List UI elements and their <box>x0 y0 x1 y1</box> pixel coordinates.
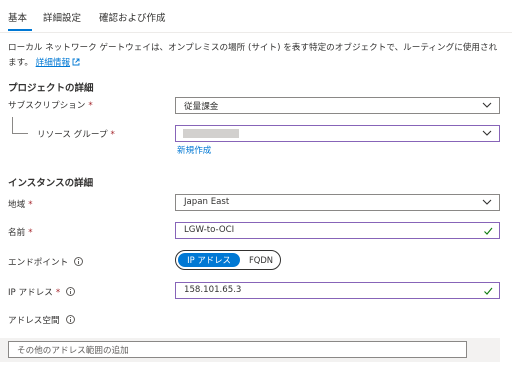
region-label: 地域 * <box>8 200 33 210</box>
external-link-icon <box>72 58 80 66</box>
tree-connector-branch <box>12 133 28 134</box>
project-details-title: プロジェクトの詳細 <box>8 83 94 94</box>
required-marker: * <box>88 101 93 111</box>
chevron-down-icon <box>482 199 492 205</box>
ip-address-value: 158.101.65.3 <box>184 285 242 295</box>
chevron-down-icon <box>482 130 492 136</box>
region-value: Japan East <box>184 197 230 207</box>
tab-review-create[interactable]: 確認および作成 <box>99 10 166 24</box>
info-icon[interactable] <box>66 287 76 296</box>
endpoint-option-fqdn[interactable]: FQDN <box>244 253 278 267</box>
resource-group-label: リソース グループ * <box>37 130 115 140</box>
instance-details-title: インスタンスの詳細 <box>8 178 94 189</box>
active-tab-indicator <box>8 29 32 31</box>
description: ローカル ネットワーク ゲートウェイは、オンプレミスの場所 (サイト) を表す特… <box>8 41 504 71</box>
region-select[interactable]: Japan East <box>175 194 500 211</box>
name-input[interactable]: LGW-to-OCI <box>175 222 500 239</box>
chevron-down-icon <box>482 102 492 108</box>
redacted-value <box>183 129 239 138</box>
endpoint-label: エンドポイント <box>8 256 84 268</box>
address-range-input[interactable]: その他のアドレス範囲の追加 <box>8 341 467 358</box>
resource-group-select[interactable] <box>175 125 500 142</box>
tab-divider <box>0 32 512 33</box>
description-text: ローカル ネットワーク ゲートウェイは、オンプレミスの場所 (サイト) を表す特… <box>8 43 498 68</box>
tab-advanced[interactable]: 詳細設定 <box>43 10 81 24</box>
ip-address-label: IP アドレス * <box>8 286 76 298</box>
tree-connector <box>12 117 13 133</box>
learn-more-link[interactable]: 詳細情報 <box>36 58 70 68</box>
subscription-label: サブスクリプション * <box>8 101 93 111</box>
name-label: 名前 * <box>8 228 33 238</box>
subscription-select[interactable]: 従量課金 <box>175 97 500 114</box>
info-icon[interactable] <box>65 315 75 324</box>
create-new-link[interactable]: 新規作成 <box>177 144 211 156</box>
ip-address-input[interactable]: 158.101.65.3 <box>175 282 500 299</box>
subscription-value: 従量課金 <box>184 102 219 112</box>
endpoint-option-ip[interactable]: IP アドレス <box>178 253 240 267</box>
info-icon[interactable] <box>74 257 84 266</box>
checkmark-icon <box>484 227 493 235</box>
endpoint-toggle[interactable]: IP アドレス FQDN <box>175 250 281 270</box>
tab-basics[interactable]: 基本 <box>8 10 27 24</box>
name-value: LGW-to-OCI <box>184 225 235 235</box>
checkmark-icon <box>484 287 493 295</box>
address-space-label: アドレス空間 <box>8 314 75 326</box>
address-space-panel: その他のアドレス範囲の追加 <box>0 338 500 362</box>
